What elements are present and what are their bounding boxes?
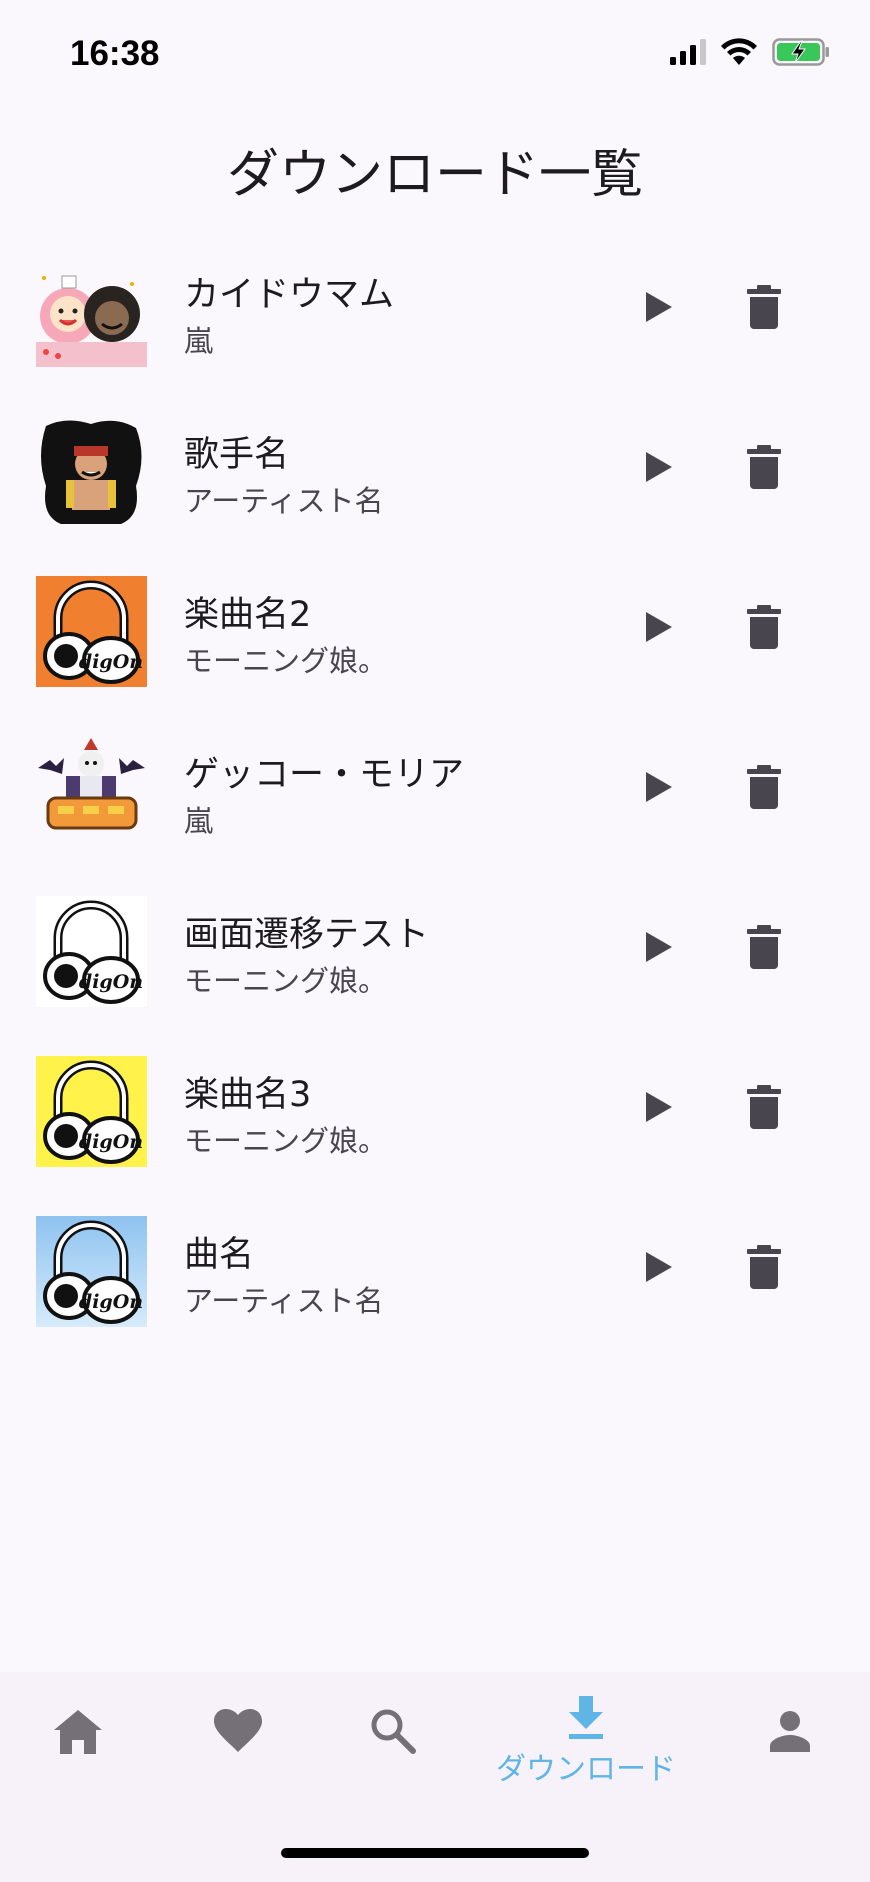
delete-button[interactable] bbox=[735, 756, 793, 818]
heart-icon bbox=[214, 1709, 262, 1752]
song-artist: モーニング娘。 bbox=[184, 964, 388, 998]
play-button[interactable] bbox=[630, 278, 688, 336]
song-title: 歌手名 bbox=[184, 435, 290, 475]
trash-icon bbox=[747, 1245, 781, 1289]
search-icon bbox=[371, 1709, 416, 1754]
svg-text:digOn: digOn bbox=[79, 971, 143, 993]
trash-icon bbox=[747, 445, 781, 489]
person-icon bbox=[770, 1711, 810, 1752]
list-item[interactable]: 歌手名 アーティスト名 bbox=[0, 390, 870, 550]
song-title: 楽曲名3 bbox=[184, 1075, 312, 1115]
nav-search[interactable] bbox=[370, 1708, 416, 1754]
home-indicator bbox=[281, 1848, 589, 1858]
song-title: 画面遷移テスト bbox=[184, 915, 430, 955]
song-title: カイドウマム bbox=[184, 275, 395, 315]
delete-button[interactable] bbox=[735, 436, 793, 498]
svg-text:digOn: digOn bbox=[79, 1131, 143, 1153]
album-art: digOn bbox=[36, 576, 147, 687]
download-icon bbox=[569, 1696, 603, 1739]
delete-button[interactable] bbox=[735, 1076, 793, 1138]
trash-icon bbox=[747, 765, 781, 809]
album-art bbox=[36, 416, 147, 527]
nav-home[interactable] bbox=[52, 1708, 104, 1756]
play-button[interactable] bbox=[630, 438, 688, 496]
download-list: カイドウマム 嵐 歌手名 アーティスト名 digOn 楽曲名2 モーニング娘。 … bbox=[0, 230, 870, 1350]
play-button[interactable] bbox=[630, 1238, 688, 1296]
song-artist: モーニング娘。 bbox=[184, 1124, 388, 1158]
status-icons bbox=[670, 38, 830, 70]
play-icon bbox=[646, 1092, 672, 1122]
song-title: ゲッコー・モリア bbox=[184, 755, 465, 795]
list-item[interactable]: digOn 楽曲名3 モーニング娘。 bbox=[0, 1030, 870, 1190]
delete-button[interactable] bbox=[735, 1236, 793, 1298]
cellular-signal-icon bbox=[670, 39, 706, 69]
list-item[interactable]: ゲッコー・モリア 嵐 bbox=[0, 710, 870, 870]
song-artist: モーニング娘。 bbox=[184, 644, 388, 678]
trash-icon bbox=[747, 605, 781, 649]
album-art bbox=[36, 736, 147, 847]
trash-icon bbox=[747, 925, 781, 969]
album-art bbox=[36, 256, 147, 367]
status-bar: 16:38 bbox=[0, 0, 870, 110]
song-title: 楽曲名2 bbox=[184, 595, 312, 635]
play-icon bbox=[646, 452, 672, 482]
album-art: digOn bbox=[36, 1056, 147, 1167]
album-art: digOn bbox=[36, 896, 147, 1007]
play-icon bbox=[646, 292, 672, 322]
play-button[interactable] bbox=[630, 1078, 688, 1136]
delete-button[interactable] bbox=[735, 596, 793, 658]
play-button[interactable] bbox=[630, 758, 688, 816]
song-artist: 嵐 bbox=[184, 324, 214, 358]
page-title: ダウンロード一覧 bbox=[226, 145, 643, 205]
trash-icon bbox=[747, 1085, 781, 1129]
play-icon bbox=[646, 1252, 672, 1282]
delete-button[interactable] bbox=[735, 276, 793, 338]
nav-download[interactable]: ダウンロード bbox=[496, 1696, 676, 1788]
play-button[interactable] bbox=[630, 598, 688, 656]
play-icon bbox=[646, 772, 672, 802]
album-art: digOn bbox=[36, 1216, 147, 1327]
list-item[interactable]: カイドウマム 嵐 bbox=[0, 230, 870, 390]
home-icon bbox=[54, 1710, 102, 1754]
svg-text:digOn: digOn bbox=[79, 1291, 143, 1313]
status-time: 16:38 bbox=[70, 34, 160, 73]
play-button[interactable] bbox=[630, 918, 688, 976]
play-icon bbox=[646, 932, 672, 962]
song-artist: 嵐 bbox=[184, 804, 214, 838]
delete-button[interactable] bbox=[735, 916, 793, 978]
song-artist: アーティスト名 bbox=[184, 1284, 384, 1318]
play-icon bbox=[646, 612, 672, 642]
list-item[interactable]: digOn 曲名 アーティスト名 bbox=[0, 1190, 870, 1350]
wifi-icon bbox=[720, 38, 758, 70]
nav-account[interactable] bbox=[768, 1710, 812, 1752]
svg-text:digOn: digOn bbox=[79, 651, 143, 673]
nav-download-label: ダウンロード bbox=[496, 1752, 676, 1787]
song-title: 曲名 bbox=[184, 1235, 255, 1275]
battery-charging-icon bbox=[772, 38, 830, 70]
nav-favorites[interactable] bbox=[213, 1708, 263, 1754]
trash-icon bbox=[747, 285, 781, 329]
song-artist: アーティスト名 bbox=[184, 484, 384, 518]
list-item[interactable]: digOn 楽曲名2 モーニング娘。 bbox=[0, 550, 870, 710]
list-item[interactable]: digOn 画面遷移テスト モーニング娘。 bbox=[0, 870, 870, 1030]
